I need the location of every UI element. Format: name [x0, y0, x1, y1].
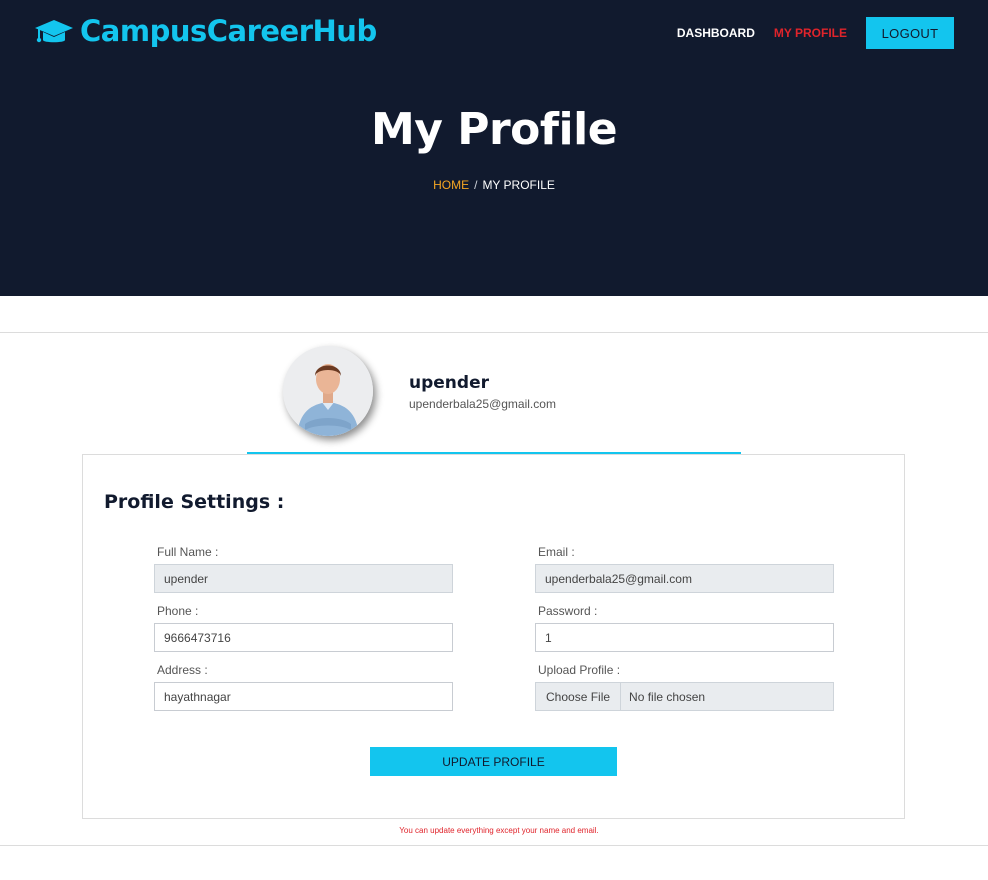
full-name-label: Full Name : — [157, 545, 219, 559]
breadcrumb-current: MY PROFILE — [482, 178, 555, 192]
breadcrumb-separator: / — [474, 178, 478, 192]
upload-profile-label: Upload Profile : — [538, 663, 621, 677]
nav-my-profile-link[interactable]: MY PROFILE — [774, 26, 847, 40]
password-field[interactable] — [535, 623, 834, 652]
phone-field[interactable] — [154, 623, 453, 652]
profile-settings-panel: Profile Settings : Full Name : Email : P… — [82, 454, 905, 819]
page-title: My Profile — [370, 104, 618, 155]
section-divider-bottom — [0, 845, 988, 846]
breadcrumb-home-link[interactable]: HOME — [433, 178, 469, 192]
password-label: Password : — [538, 604, 598, 618]
breadcrumb: HOME / MY PROFILE — [0, 178, 988, 192]
section-divider-top — [0, 332, 988, 333]
update-note: You can update everything except your na… — [399, 826, 599, 835]
profile-settings-title: Profile Settings : — [104, 491, 285, 513]
phone-label: Phone : — [157, 604, 199, 618]
full-name-field[interactable] — [154, 564, 453, 593]
brand-logo[interactable]: CampusCareerHub — [34, 14, 377, 48]
profile-user-email: upenderbala25@gmail.com — [409, 397, 556, 411]
address-field[interactable] — [154, 682, 453, 711]
profile-user-name: upender — [409, 373, 489, 393]
upload-profile-input[interactable]: Choose File No file chosen — [535, 682, 834, 711]
hero-header: CampusCareerHub DASHBOARD MY PROFILE LOG… — [0, 0, 988, 296]
graduation-cap-icon — [35, 20, 73, 43]
update-profile-button[interactable]: UPDATE PROFILE — [370, 747, 617, 776]
address-label: Address : — [157, 663, 208, 677]
choose-file-button[interactable]: Choose File — [536, 683, 622, 710]
file-status-text: No file chosen — [629, 689, 706, 704]
user-avatar — [283, 346, 373, 436]
email-label: Email : — [538, 545, 575, 559]
nav-dashboard-link[interactable]: DASHBOARD — [677, 26, 755, 40]
logout-button[interactable]: LOGOUT — [866, 17, 954, 49]
brand-name: CampusCareerHub — [80, 14, 377, 48]
top-nav: DASHBOARD MY PROFILE LOGOUT — [677, 17, 954, 49]
email-field[interactable] — [535, 564, 834, 593]
user-avatar-photo — [283, 346, 373, 436]
